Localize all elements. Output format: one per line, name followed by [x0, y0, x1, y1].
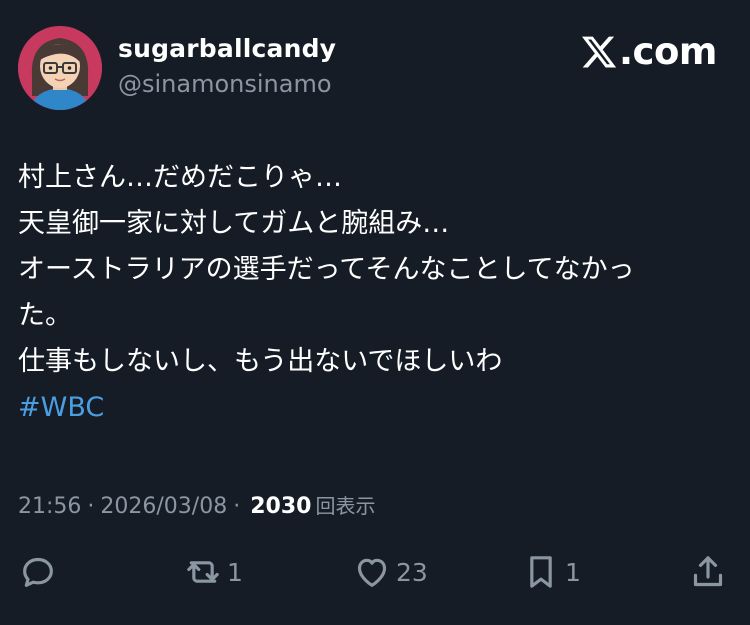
tweet-line: 天皇御一家に対してガムと腕組み… [18, 208, 450, 239]
tweet-time[interactable]: 21:56 [18, 494, 81, 519]
meta-separator: · [233, 494, 241, 519]
tweet-line: た。 [18, 300, 72, 331]
avatar[interactable] [18, 26, 102, 110]
user-handle[interactable]: @sinamonsinamo [118, 70, 332, 98]
tweet-meta: 21:56 · 2026/03/08 · 2030 回表示 [18, 490, 375, 519]
bookmark-icon [530, 556, 552, 588]
share-button[interactable] [688, 548, 728, 596]
views-count[interactable]: 2030 [250, 494, 311, 519]
display-name[interactable]: sugarballcandy [118, 34, 336, 63]
brand-label: .com [619, 30, 717, 73]
retweet-count: 1 [227, 557, 243, 587]
retweet-button[interactable]: 1 [183, 548, 243, 596]
retweet-icon [187, 561, 219, 583]
views-label: 回表示 [315, 494, 376, 518]
reply-button[interactable] [18, 548, 58, 596]
x-logo-icon [581, 36, 617, 67]
meta-separator: · [87, 494, 95, 519]
reply-icon [23, 557, 53, 587]
action-bar: 1 23 1 [0, 548, 750, 598]
avatar-illustration [18, 26, 102, 110]
hashtag-link[interactable]: #WBC [18, 385, 738, 431]
tweet-line: 村上さん…だめだこりゃ… [18, 162, 342, 193]
share-icon [693, 556, 723, 587]
brand-logo: .com [580, 30, 717, 73]
tweet-date[interactable]: 2026/03/08 [100, 494, 227, 519]
bookmark-button[interactable]: 1 [521, 548, 581, 596]
tweet-line: オーストラリアの選手だってそんなことしてなかっ [18, 254, 635, 285]
like-count: 23 [396, 557, 428, 587]
like-button[interactable]: 23 [352, 548, 428, 596]
tweet-text: 村上さん…だめだこりゃ… 天皇御一家に対してガムと腕組み… オーストラリアの選手… [18, 155, 738, 431]
tweet-line: 仕事もしないし、もう出ないでほしいわ [18, 346, 503, 377]
heart-icon [357, 558, 387, 587]
bookmark-count: 1 [565, 557, 581, 587]
